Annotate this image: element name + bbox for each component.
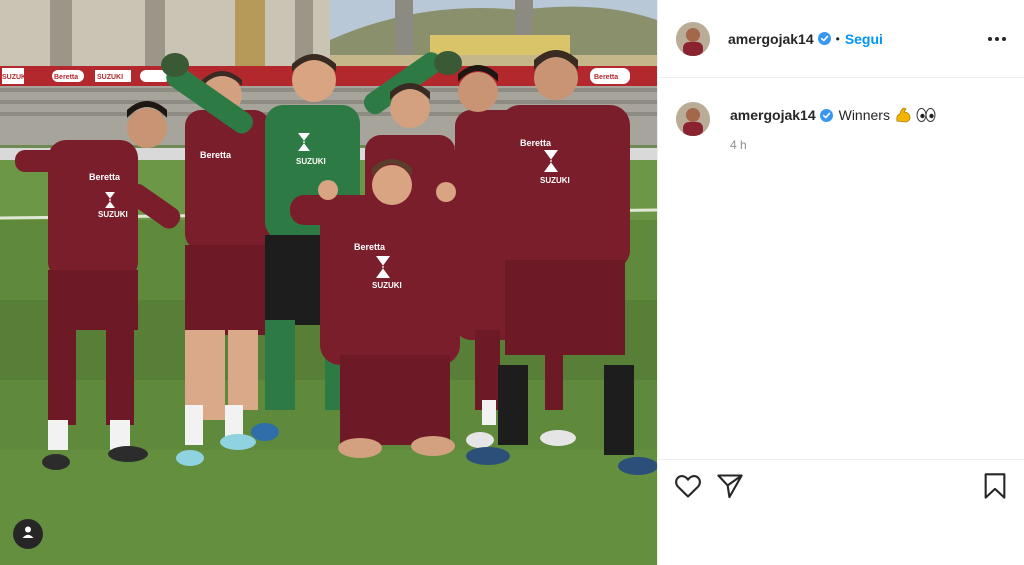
banner-text-4: Beretta <box>594 74 618 81</box>
jersey-sponsor-text-2: Beretta <box>200 150 232 160</box>
instagram-post: Beretta SUZUKI Beretta SUZUKI Beretta SU… <box>0 0 1024 565</box>
paper-plane-icon <box>716 473 744 504</box>
post-actions-bar <box>658 459 1024 517</box>
comments-section: amergojak14 Winners 4 h <box>658 78 1024 459</box>
more-options-icon[interactable] <box>988 36 1006 41</box>
caption-text: Winners <box>838 107 890 123</box>
separator-dot: • <box>835 31 840 46</box>
bookmark-icon <box>982 472 1008 505</box>
banner-text-1: SUZUKI <box>2 74 28 81</box>
flexed-biceps-emoji-icon <box>894 106 912 124</box>
caption-username[interactable]: amergojak14 <box>730 106 816 124</box>
follow-button[interactable]: Segui <box>845 31 883 47</box>
like-button[interactable] <box>674 473 702 504</box>
panel-footer-space <box>658 517 1024 565</box>
share-button[interactable] <box>716 473 744 504</box>
user-tag-icon <box>21 525 35 544</box>
post-photo[interactable]: Beretta SUZUKI Beretta SUZUKI Beretta SU… <box>0 0 657 565</box>
eyes-emoji-icon <box>916 107 936 123</box>
author-username[interactable]: amergojak14 <box>728 31 814 47</box>
user-tags-button[interactable] <box>13 519 43 549</box>
jersey-brand-text-3: SUZUKI <box>540 176 570 185</box>
post-timestamp: 4 h <box>730 138 747 152</box>
caption: amergojak14 Winners 4 h <box>676 102 1006 152</box>
save-button[interactable] <box>982 472 1008 505</box>
jersey-sponsor-text-1: Beretta <box>89 172 121 182</box>
verified-badge-icon <box>817 32 831 45</box>
heart-icon <box>674 473 702 504</box>
author-avatar[interactable] <box>676 21 710 56</box>
banner-text-3: SUZUKI <box>97 74 123 81</box>
caption-avatar[interactable] <box>676 102 710 136</box>
jersey-brand-text-4: SUZUKI <box>372 281 402 290</box>
post-side-panel: amergojak14 • Segui amergojak14 Winners … <box>657 0 1024 565</box>
jersey-sponsor-text-4: Beretta <box>354 242 386 252</box>
team-photo: Beretta SUZUKI Beretta SUZUKI Beretta SU… <box>0 0 657 565</box>
banner-text-2: Beretta <box>54 74 78 81</box>
jersey-brand-text-2: SUZUKI <box>296 157 326 166</box>
post-header: amergojak14 • Segui <box>658 0 1024 78</box>
jersey-sponsor-text-3: Beretta <box>520 138 552 148</box>
caption-verified-badge-icon <box>819 108 833 122</box>
jersey-brand-text-1: SUZUKI <box>98 210 128 219</box>
